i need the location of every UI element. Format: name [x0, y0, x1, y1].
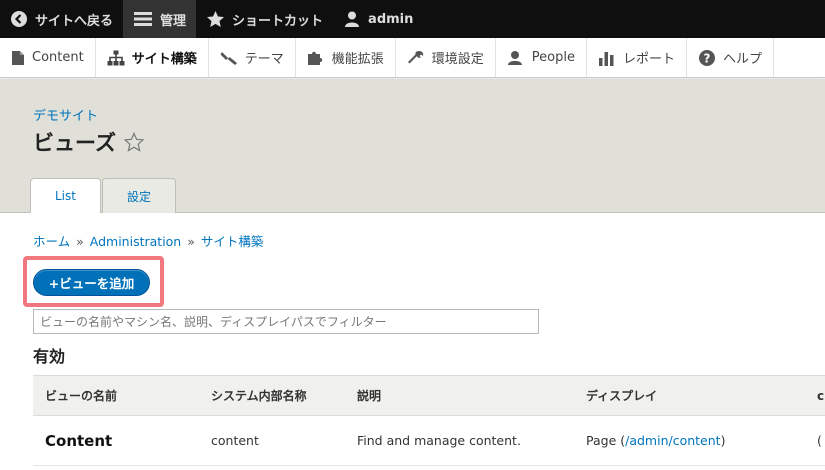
row-machine-name: content [211, 433, 259, 448]
admin-tray-menu: Content サイト構築 テーマ 機能拡張 環境設定 People レポート … [0, 38, 825, 78]
manage-toolbar-tab[interactable]: 管理 [123, 0, 197, 38]
tray-item-label: 環境設定 [431, 52, 484, 67]
tray-item-label: People [531, 50, 575, 65]
tray-item-extend[interactable]: 機能拡張 [296, 38, 396, 77]
enabled-section-title: 有効 [33, 347, 66, 366]
shortcuts-label: ショートカット [232, 13, 324, 29]
row-operations[interactable]: ( [809, 433, 825, 448]
wrench-icon [407, 50, 425, 66]
tray-item-structure[interactable]: サイト構築 [96, 38, 209, 77]
user-icon [343, 10, 361, 28]
help-question-icon: ? [698, 49, 716, 67]
tray-item-appearance[interactable]: テーマ [209, 38, 296, 77]
tray-item-help[interactable]: ? ヘルプ [687, 38, 774, 77]
shortcuts-toolbar-tab[interactable]: ショートカット [196, 0, 333, 38]
document-icon [11, 50, 25, 66]
user-label: admin [368, 11, 414, 27]
add-view-button[interactable]: +ビューを追加 [33, 269, 150, 296]
tray-item-reports[interactable]: レポート [587, 38, 687, 77]
tray-item-configuration[interactable]: 環境設定 [396, 38, 496, 77]
breadcrumb-administration[interactable]: Administration [90, 234, 181, 249]
sitemap-icon [107, 50, 125, 66]
tab-list[interactable]: List [30, 178, 101, 213]
tab-settings[interactable]: 設定 [101, 178, 176, 213]
column-header-machine-name: システム内部名称 [211, 389, 307, 403]
back-to-site-label: サイトへ戻る [35, 13, 114, 29]
puzzle-icon [307, 50, 325, 66]
people-icon [507, 50, 525, 66]
row-description: Find and manage content. [357, 433, 521, 448]
row-display-path-link[interactable]: /admin/content [625, 433, 720, 448]
back-arrow-icon [10, 10, 28, 28]
paintbrush-icon [220, 50, 238, 66]
page-title-text: ビューズ [33, 131, 116, 155]
tray-item-label: レポート [622, 52, 675, 67]
row-display-prefix: Page ( [586, 433, 626, 448]
breadcrumb-structure[interactable]: サイト構築 [201, 234, 264, 249]
svg-text:?: ? [704, 51, 711, 65]
column-header-view-name: ビューの名前 [45, 389, 118, 403]
tray-item-people[interactable]: People [496, 38, 587, 77]
hamburger-menu-icon [133, 10, 153, 28]
tray-item-label: 機能拡張 [331, 52, 384, 67]
page-title: ビューズ [33, 127, 144, 157]
primary-tabs: List 設定 [30, 178, 177, 213]
row-display: Page (/admin/content) [574, 433, 809, 448]
star-icon [206, 10, 225, 28]
user-toolbar-tab[interactable]: admin [333, 0, 423, 38]
breadcrumb: ホーム » Administration » サイト構築 [33, 231, 263, 250]
table-header-row: ビューの名前 システム内部名称 説明 ディスプレイ c [33, 375, 825, 416]
views-table: ビューの名前 システム内部名称 説明 ディスプレイ c Content cont… [33, 375, 825, 466]
tray-item-label: テーマ [244, 52, 284, 67]
bar-chart-icon [598, 50, 616, 66]
row-display-suffix: ) [720, 433, 726, 448]
tray-item-content[interactable]: Content [0, 38, 96, 77]
column-header-operations: c [817, 388, 825, 403]
back-to-site-link[interactable]: サイトへ戻る [0, 0, 123, 38]
breadcrumb-separator: » [187, 234, 195, 249]
add-shortcut-star-icon[interactable] [123, 132, 144, 152]
site-name-link[interactable]: デモサイト [33, 105, 98, 124]
admin-toolbar: サイトへ戻る 管理 ショートカット admin [0, 0, 825, 38]
column-header-description: 説明 [357, 389, 382, 403]
views-filter-input[interactable] [33, 309, 539, 334]
breadcrumb-separator: » [76, 234, 84, 249]
tray-item-label: ヘルプ [722, 52, 762, 67]
table-row: Content content Find and manage content.… [33, 416, 825, 466]
page-header: デモサイト ビューズ List 設定 [0, 79, 825, 213]
breadcrumb-home[interactable]: ホーム [33, 234, 70, 249]
tray-item-label: Content [32, 50, 84, 65]
manage-label: 管理 [160, 13, 187, 29]
tray-item-label: サイト構築 [131, 52, 197, 67]
column-header-display: ディスプレイ [586, 389, 658, 403]
row-view-name: Content [45, 431, 113, 450]
